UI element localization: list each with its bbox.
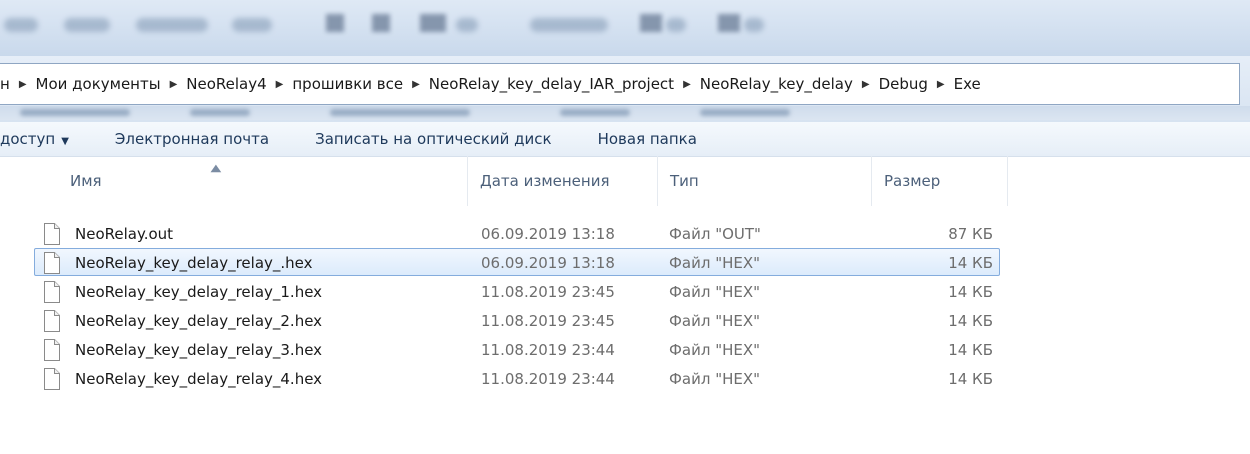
file-icon (44, 310, 60, 332)
file-name: NeoRelay_key_delay_relay_1.hex (75, 283, 323, 301)
file-type: Файл "HEX" (669, 254, 761, 272)
menu-item-blurred[interactable] (136, 18, 208, 32)
toolbar-dropdown-blurred[interactable] (666, 18, 686, 32)
breadcrumb-arrow-icon[interactable]: ▶ (683, 79, 691, 90)
breadcrumb[interactable]: н ▶ Мои документы ▶ NeoRelay4 ▶ прошивки… (0, 63, 1240, 105)
file-size: 14 КБ (948, 254, 993, 272)
file-size: 14 КБ (948, 370, 993, 388)
toolbar-dropdown-blurred[interactable] (744, 18, 764, 32)
menu-bar (0, 0, 1250, 56)
menu-item-blurred[interactable] (4, 18, 38, 32)
column-header-size-label: Размер (884, 172, 941, 190)
breadcrumb-arrow-icon[interactable]: ▶ (412, 79, 420, 90)
file-size: 14 КБ (948, 283, 993, 301)
file-type: Файл "HEX" (669, 312, 761, 330)
column-header-date[interactable]: Дата изменения (470, 156, 658, 206)
address-bar: н ▶ Мои документы ▶ NeoRelay4 ▶ прошивки… (0, 56, 1250, 122)
file-date: 11.08.2019 23:44 (481, 341, 615, 359)
breadcrumb-item[interactable]: н (0, 75, 10, 93)
command-bar: доступ ▼ Электронная почта Записать на оп… (0, 122, 1250, 157)
file-row[interactable]: NeoRelay.out 06.09.2019 13:18 Файл "OUT" 87… (34, 219, 1000, 247)
file-date: 11.08.2019 23:44 (481, 370, 615, 388)
breadcrumb-arrow-icon[interactable]: ▶ (170, 79, 178, 90)
column-header-type-label: Тип (670, 172, 699, 190)
column-header-name-label: Имя (70, 172, 102, 190)
sort-ascending-icon: ▲ (210, 163, 222, 174)
breadcrumb-item[interactable]: NeoRelay_key_delay_IAR_project (429, 75, 674, 93)
column-header-size[interactable]: Размер (874, 156, 1008, 206)
file-type: Файл "HEX" (669, 370, 761, 388)
breadcrumb-item[interactable]: Debug (879, 75, 928, 93)
file-row[interactable]: NeoRelay_key_delay_relay_2.hex 11.08.2019… (34, 306, 1000, 334)
zoom-control-blurred[interactable] (530, 18, 608, 32)
file-date: 06.09.2019 13:18 (481, 225, 615, 243)
toolbar-icon-blurred[interactable] (372, 14, 390, 32)
column-header-date-label: Дата изменения (480, 172, 610, 190)
file-type: Файл "OUT" (669, 225, 761, 243)
file-size: 14 КБ (948, 341, 993, 359)
toolbar-icon-blurred[interactable] (326, 14, 344, 32)
file-date: 11.08.2019 23:45 (481, 283, 615, 301)
email-button[interactable]: Электронная почта (115, 130, 269, 148)
menu-item-blurred[interactable] (64, 18, 110, 32)
toolbar-icon-blurred[interactable] (420, 14, 446, 32)
file-type: Файл "HEX" (669, 341, 761, 359)
file-row[interactable]: NeoRelay_key_delay_relay_3.hex 11.08.2019… (34, 335, 1000, 363)
breadcrumb-item[interactable]: Exe (954, 75, 981, 93)
toolbar-icon-blurred[interactable] (640, 14, 662, 32)
file-date: 11.08.2019 23:45 (481, 312, 615, 330)
breadcrumb-arrow-icon[interactable]: ▶ (862, 79, 870, 90)
share-label: доступ (0, 130, 56, 148)
file-row[interactable]: NeoRelay_key_delay_relay_4.hex 11.08.2019… (34, 364, 1000, 392)
file-row[interactable]: NeoRelay_key_delay_relay_1.hex 11.08.2019… (34, 277, 1000, 305)
file-type: Файл "HEX" (669, 283, 761, 301)
breadcrumb-arrow-icon[interactable]: ▶ (937, 79, 945, 90)
toolbar-dropdown-blurred[interactable] (456, 18, 478, 32)
file-icon (44, 368, 60, 390)
burn-disc-button[interactable]: Записать на оптический диск (315, 130, 551, 148)
share-button[interactable]: доступ ▼ (0, 130, 69, 148)
file-size: 14 КБ (948, 312, 993, 330)
file-date: 06.09.2019 13:18 (481, 254, 615, 272)
file-icon (44, 223, 60, 245)
breadcrumb-arrow-icon[interactable]: ▶ (276, 79, 284, 90)
breadcrumb-item[interactable]: Мои документы (36, 75, 161, 93)
new-folder-button[interactable]: Новая папка (598, 130, 697, 148)
file-name: NeoRelay.out (75, 225, 174, 243)
file-icon (44, 339, 60, 361)
menu-item-blurred[interactable] (232, 18, 272, 32)
chevron-down-icon: ▼ (61, 136, 69, 147)
toolbar-icon-blurred[interactable] (718, 14, 740, 32)
file-name: NeoRelay_key_delay_relay_4.hex (75, 370, 323, 388)
blurred-toolbar-strip (0, 106, 1250, 120)
file-icon (44, 252, 60, 274)
breadcrumb-item[interactable]: прошивки все (292, 75, 403, 93)
file-row[interactable]: NeoRelay_key_delay_relay_.hex 06.09.2019 … (34, 248, 1000, 276)
file-size: 87 КБ (948, 225, 993, 243)
breadcrumb-item[interactable]: NeoRelay4 (186, 75, 266, 93)
file-name: NeoRelay_key_delay_relay_2.hex (75, 312, 323, 330)
file-name: NeoRelay_key_delay_relay_3.hex (75, 341, 323, 359)
column-header-type[interactable]: Тип (660, 156, 872, 206)
breadcrumb-arrow-icon[interactable]: ▶ (19, 79, 27, 90)
file-icon (44, 281, 60, 303)
file-name: NeoRelay_key_delay_relay_.hex (75, 254, 313, 272)
column-header-name[interactable]: Имя (60, 156, 468, 206)
breadcrumb-item[interactable]: NeoRelay_key_delay (700, 75, 853, 93)
